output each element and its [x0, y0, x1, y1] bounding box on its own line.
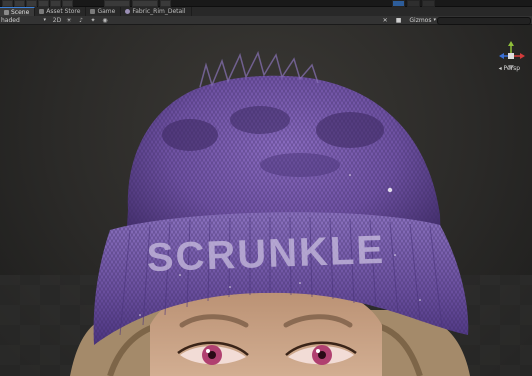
tools-icon[interactable]: ✕ [383, 17, 388, 24]
play-button[interactable] [392, 0, 405, 7]
audio-toggle-icon[interactable]: ♪ [77, 17, 85, 24]
step-button[interactable] [422, 0, 435, 7]
gizmos-dropdown[interactable]: ✕ ■ Gizmos ▾ [383, 16, 436, 24]
scene-view-toolbar: haded ▾ 2D ☀ ♪ ✦ ◉ ✕ ■ Gizmos ▾ [0, 16, 532, 25]
tab-label: Scene [11, 8, 30, 16]
lighting-toggle-icon[interactable]: ☀ [65, 17, 73, 24]
scene-search-input[interactable] [437, 17, 531, 25]
tab-game[interactable]: Game [86, 7, 122, 16]
pivot-toggle-button[interactable] [104, 0, 130, 7]
chevron-down-icon: ▾ [43, 17, 46, 23]
tab-label: Fabric_Rim_Detail [132, 8, 186, 15]
tab-label: Game [97, 8, 116, 15]
beanie-logo: SCRUNKLE [146, 228, 386, 280]
transform-tool-button[interactable] [62, 0, 73, 7]
main-toolbar [0, 0, 532, 7]
scene-viewport[interactable]: SCRUNKLE ◂ Persp [0, 25, 532, 376]
projection-label: Persp [503, 65, 521, 72]
visibility-toggle-icon[interactable]: ◉ [101, 17, 109, 24]
2d-toggle[interactable]: 2D [52, 16, 62, 24]
scene-render: SCRUNKLE [0, 50, 532, 376]
store-icon [39, 9, 45, 14]
tab-label: Asset Store [46, 8, 81, 15]
global-toggle-button[interactable] [132, 0, 158, 7]
projection-toggle[interactable]: ◂ Persp [499, 65, 520, 72]
chevron-down-icon: ▾ [433, 17, 436, 23]
2d-label: 2D [52, 16, 62, 24]
shading-mode-dropdown[interactable]: haded ▾ [0, 17, 49, 24]
shading-mode-value: haded [1, 16, 20, 24]
material-icon [125, 9, 131, 14]
gizmos-label: Gizmos [409, 16, 432, 24]
scale-tool-button[interactable] [38, 0, 49, 7]
persp-arrow-icon: ◂ [498, 65, 502, 72]
playback-controls [392, 0, 435, 7]
tab-asset-store[interactable]: Asset Store [35, 7, 87, 16]
game-icon [90, 9, 96, 14]
camera-settings-icon[interactable]: ■ [396, 17, 402, 24]
tab-scene[interactable]: Scene [0, 6, 36, 17]
scene-icon [4, 9, 9, 15]
rect-tool-button[interactable] [50, 0, 61, 7]
tab-fabric-rim-detail[interactable]: Fabric_Rim_Detail [121, 7, 192, 16]
snap-toggle-button[interactable] [160, 0, 171, 7]
editor-tab-bar: Scene Asset Store Game Fabric_Rim_Detail [0, 6, 532, 17]
effects-toggle-icon[interactable]: ✦ [89, 17, 97, 24]
pause-button[interactable] [407, 0, 420, 7]
